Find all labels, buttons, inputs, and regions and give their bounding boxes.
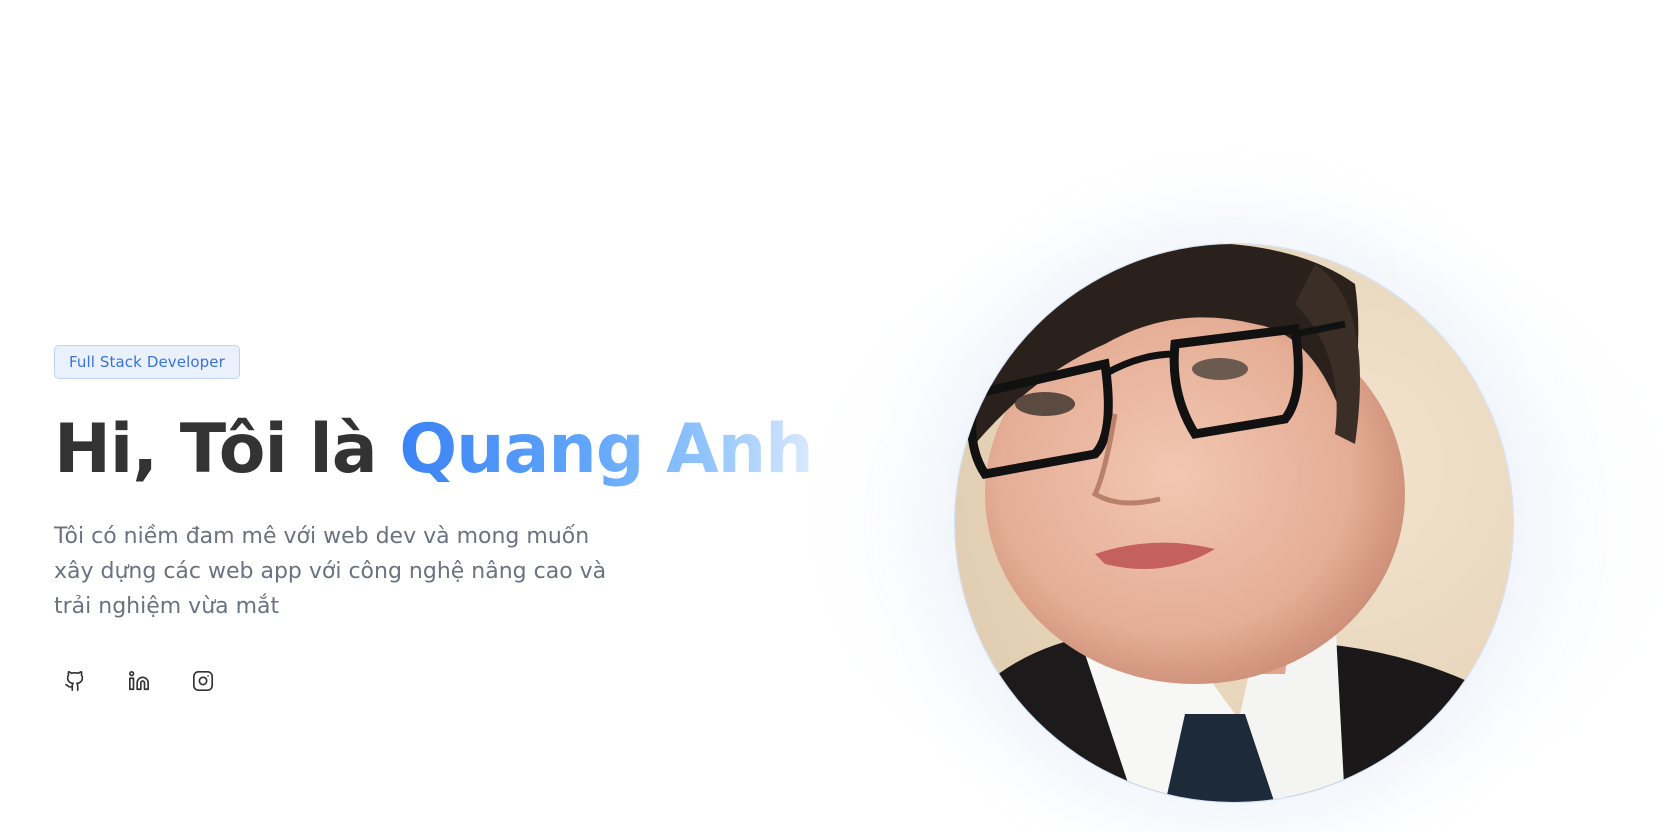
github-icon <box>65 671 84 691</box>
profile-avatar <box>954 243 1514 803</box>
social-links <box>54 660 694 702</box>
linkedin-icon <box>129 671 149 691</box>
hero-intro: Full Stack Developer Hi, Tôi là Quang An… <box>54 345 814 702</box>
linkedin-link[interactable] <box>118 660 160 702</box>
name-text: Quang Anh <box>399 410 813 489</box>
hero-headline: Hi, Tôi là Quang Anh <box>54 405 814 495</box>
greeting-text: Hi, Tôi là <box>54 410 400 489</box>
instagram-icon <box>193 671 213 691</box>
role-badge: Full Stack Developer <box>54 345 240 379</box>
instagram-link[interactable] <box>182 660 224 702</box>
profile-photo <box>955 244 1513 802</box>
hero-description: Tôi có niềm đam mê với web dev và mong m… <box>54 524 607 619</box>
hero-section: Full Stack Developer Hi, Tôi là Quang An… <box>0 0 1662 832</box>
github-link[interactable] <box>54 660 96 702</box>
